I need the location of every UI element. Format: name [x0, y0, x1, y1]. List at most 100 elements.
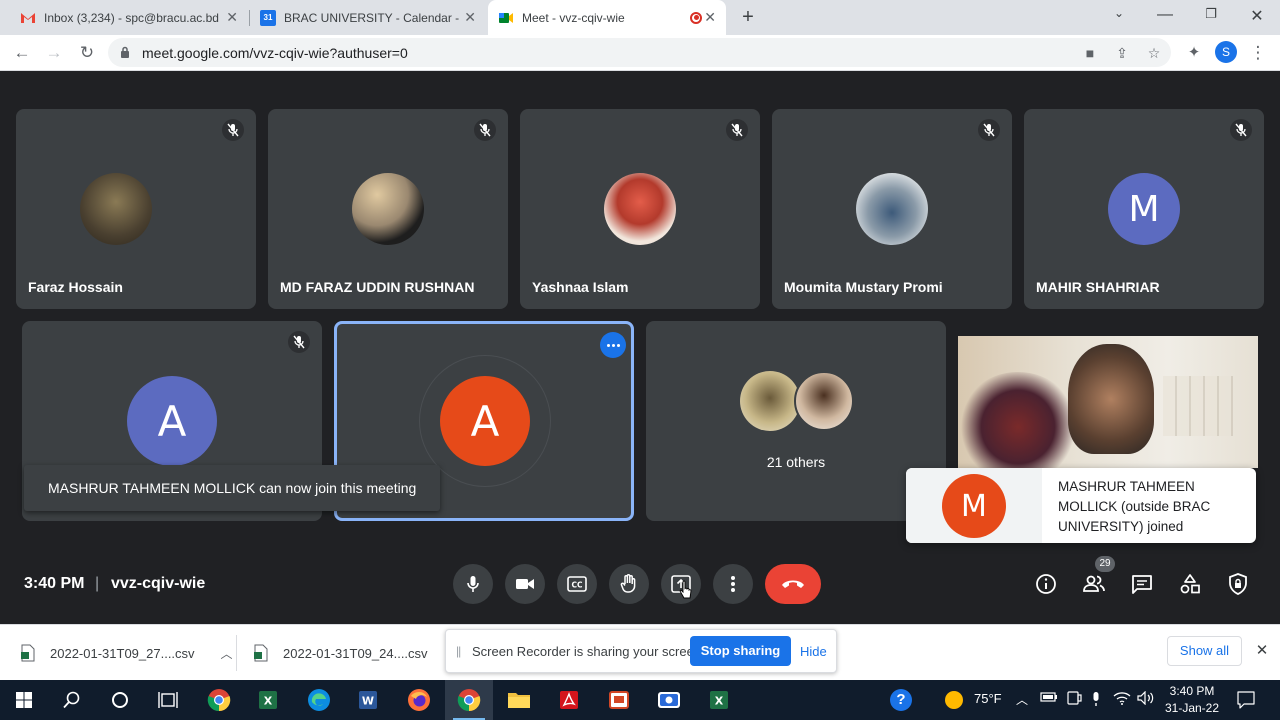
- tab-title: Meet - vvz-cqiv-wie: [522, 10, 625, 25]
- drag-handle-icon[interactable]: ||: [456, 644, 461, 658]
- lock-icon[interactable]: [120, 46, 130, 59]
- folder-icon: [508, 693, 530, 708]
- screen-sharing-bar: || Screen Recorder is sharing your scree…: [445, 629, 837, 673]
- help-icon[interactable]: ?: [890, 689, 912, 711]
- activities-icon[interactable]: [1178, 572, 1202, 596]
- close-tab-icon[interactable]: ✕: [704, 9, 716, 26]
- chevron-up-icon[interactable]: ︿: [221, 645, 233, 662]
- taskbar-clock[interactable]: 3:40 PM 31-Jan-22: [1162, 683, 1222, 717]
- taskbar-firefox[interactable]: [395, 680, 443, 720]
- participant-tile[interactable]: Yashnaa Islam: [520, 109, 760, 309]
- taskbar-screen-recorder[interactable]: [645, 680, 693, 720]
- recording-icon: [690, 11, 702, 24]
- tab-gmail[interactable]: Inbox (3,234) - spc@bracu.ac.bd ✕: [10, 0, 248, 35]
- download-filename: 2022-01-31T09_24....csv: [283, 645, 428, 661]
- back-icon[interactable]: ←: [10, 41, 34, 65]
- mic-off-icon: [726, 119, 748, 141]
- participant-tile[interactable]: Moumita Mustary Promi: [772, 109, 1012, 309]
- taskbar-excel[interactable]: X: [244, 680, 292, 720]
- captions-button[interactable]: CC: [557, 564, 597, 604]
- stop-sharing-button[interactable]: Stop sharing: [690, 636, 791, 666]
- close-tab-icon[interactable]: ✕: [464, 9, 476, 26]
- self-video[interactable]: [958, 336, 1258, 468]
- taskbar-edge[interactable]: [295, 680, 343, 720]
- calendar-badge: 31: [263, 13, 273, 22]
- mic-off-icon: [978, 119, 1000, 141]
- download-item[interactable]: 2022-01-31T09_24....csv: [253, 625, 428, 681]
- wifi-icon[interactable]: [1113, 691, 1131, 708]
- restore-icon[interactable]: ❐: [1201, 6, 1221, 22]
- video-background-object: [958, 372, 1078, 468]
- taskbar-file-explorer[interactable]: [495, 680, 543, 720]
- mic-button[interactable]: [453, 564, 493, 604]
- search-button[interactable]: [48, 680, 96, 720]
- extensions-icon[interactable]: ✦: [1182, 41, 1206, 65]
- show-hidden-icons[interactable]: ︿: [1016, 691, 1028, 708]
- cortana-button[interactable]: [96, 680, 144, 720]
- taskbar-powerpoint[interactable]: [595, 680, 643, 720]
- show-all-button[interactable]: Show all: [1167, 636, 1242, 666]
- more-options-button[interactable]: [713, 564, 753, 604]
- more-options-icon[interactable]: [600, 332, 626, 358]
- csv-file-icon: [253, 644, 269, 662]
- forward-icon[interactable]: →: [42, 41, 66, 65]
- participant-tile[interactable]: M MAHIR SHAHRIAR: [1024, 109, 1264, 309]
- microphone-tray-icon[interactable]: [1091, 691, 1101, 710]
- share-icon[interactable]: ⇪: [1112, 43, 1132, 63]
- tab-calendar[interactable]: 31 BRAC UNIVERSITY - Calendar - 4 ✕: [250, 0, 486, 35]
- others-count-label: 21 others: [766, 454, 826, 470]
- join-notification[interactable]: M MASHRUR TAHMEEN MOLLICK (outside BRAC …: [906, 468, 1256, 543]
- shelf-divider: [236, 635, 237, 671]
- taskbar-acrobat[interactable]: [545, 680, 593, 720]
- others-tile[interactable]: 21 others: [646, 321, 946, 521]
- mic-off-icon: [288, 331, 310, 353]
- minimize-icon[interactable]: —: [1155, 6, 1175, 24]
- battery-icon[interactable]: [1040, 691, 1058, 706]
- mic-off-icon: [474, 119, 496, 141]
- close-shelf-icon[interactable]: ✕: [1253, 641, 1271, 659]
- participant-tile[interactable]: MD FARAZ UDDIN RUSHNAN: [268, 109, 508, 309]
- volume-icon[interactable]: [1137, 690, 1155, 708]
- task-view-button[interactable]: [144, 680, 192, 720]
- profile-avatar[interactable]: S: [1215, 41, 1237, 63]
- download-item[interactable]: 2022-01-31T09_27....csv ︿: [20, 625, 233, 681]
- chat-icon[interactable]: [1130, 572, 1154, 596]
- word-icon: W: [359, 691, 377, 709]
- close-tab-icon[interactable]: ✕: [226, 9, 238, 26]
- weather-sun-icon[interactable]: [945, 691, 963, 709]
- participant-photo: [740, 371, 800, 431]
- tab-meet[interactable]: Meet - vvz-cqiv-wie ✕: [488, 0, 726, 35]
- excel-icon: X: [710, 691, 728, 709]
- more-menu-icon[interactable]: ⋮: [1246, 41, 1270, 65]
- start-button[interactable]: [0, 680, 48, 720]
- tab-search-icon[interactable]: ⌄: [1109, 6, 1129, 20]
- taskbar-word[interactable]: W: [344, 680, 392, 720]
- meeting-time: 3:40 PM: [24, 575, 85, 592]
- participant-photo: [352, 173, 424, 245]
- present-screen-button[interactable]: [661, 564, 701, 604]
- notifications-icon[interactable]: [1237, 691, 1255, 714]
- people-icon[interactable]: [1082, 572, 1106, 596]
- host-controls-icon[interactable]: [1226, 572, 1250, 596]
- taskbar-chrome-active[interactable]: [445, 680, 493, 720]
- camera-icon[interactable]: ■: [1080, 43, 1100, 63]
- self-person: [1068, 344, 1154, 454]
- raise-hand-button[interactable]: [609, 564, 649, 604]
- weather-temperature[interactable]: 75°F: [974, 691, 1002, 706]
- participant-name: MD FARAZ UDDIN RUSHNAN: [280, 279, 475, 295]
- leave-call-button[interactable]: [765, 564, 821, 604]
- camera-button[interactable]: [505, 564, 545, 604]
- meeting-details-icon[interactable]: [1034, 572, 1058, 596]
- reload-icon[interactable]: ↻: [75, 41, 99, 65]
- address-bar[interactable]: meet.google.com/vvz-cqiv-wie?authuser=0 …: [108, 38, 1171, 67]
- taskbar-excel-2[interactable]: X: [695, 680, 743, 720]
- bookmark-star-icon[interactable]: ☆: [1144, 43, 1164, 63]
- task-view-icon: [158, 692, 178, 708]
- wall-frames: [1163, 376, 1233, 436]
- participant-tile[interactable]: Faraz Hossain: [16, 109, 256, 309]
- close-window-icon[interactable]: ✕: [1247, 6, 1267, 26]
- hide-button[interactable]: Hide: [800, 644, 827, 659]
- taskbar-chrome[interactable]: [195, 680, 243, 720]
- device-icon[interactable]: [1066, 691, 1082, 708]
- new-tab-button[interactable]: +: [738, 6, 758, 29]
